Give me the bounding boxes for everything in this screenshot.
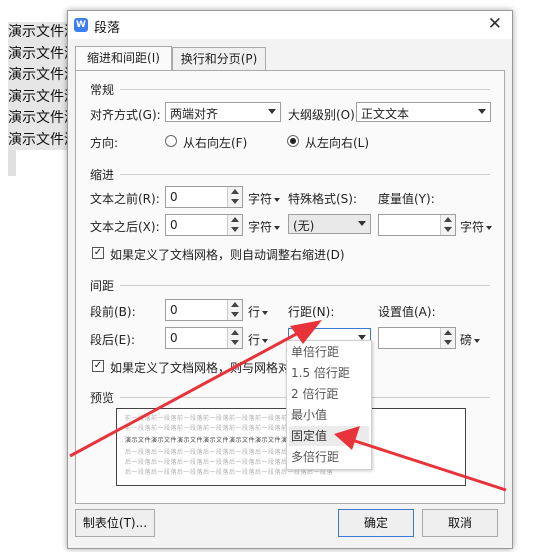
annotation-arrows xyxy=(69,320,507,492)
annotation-arrow-to-line-spacing xyxy=(69,320,322,458)
annotation-arrow-to-fixed-value xyxy=(334,426,507,492)
